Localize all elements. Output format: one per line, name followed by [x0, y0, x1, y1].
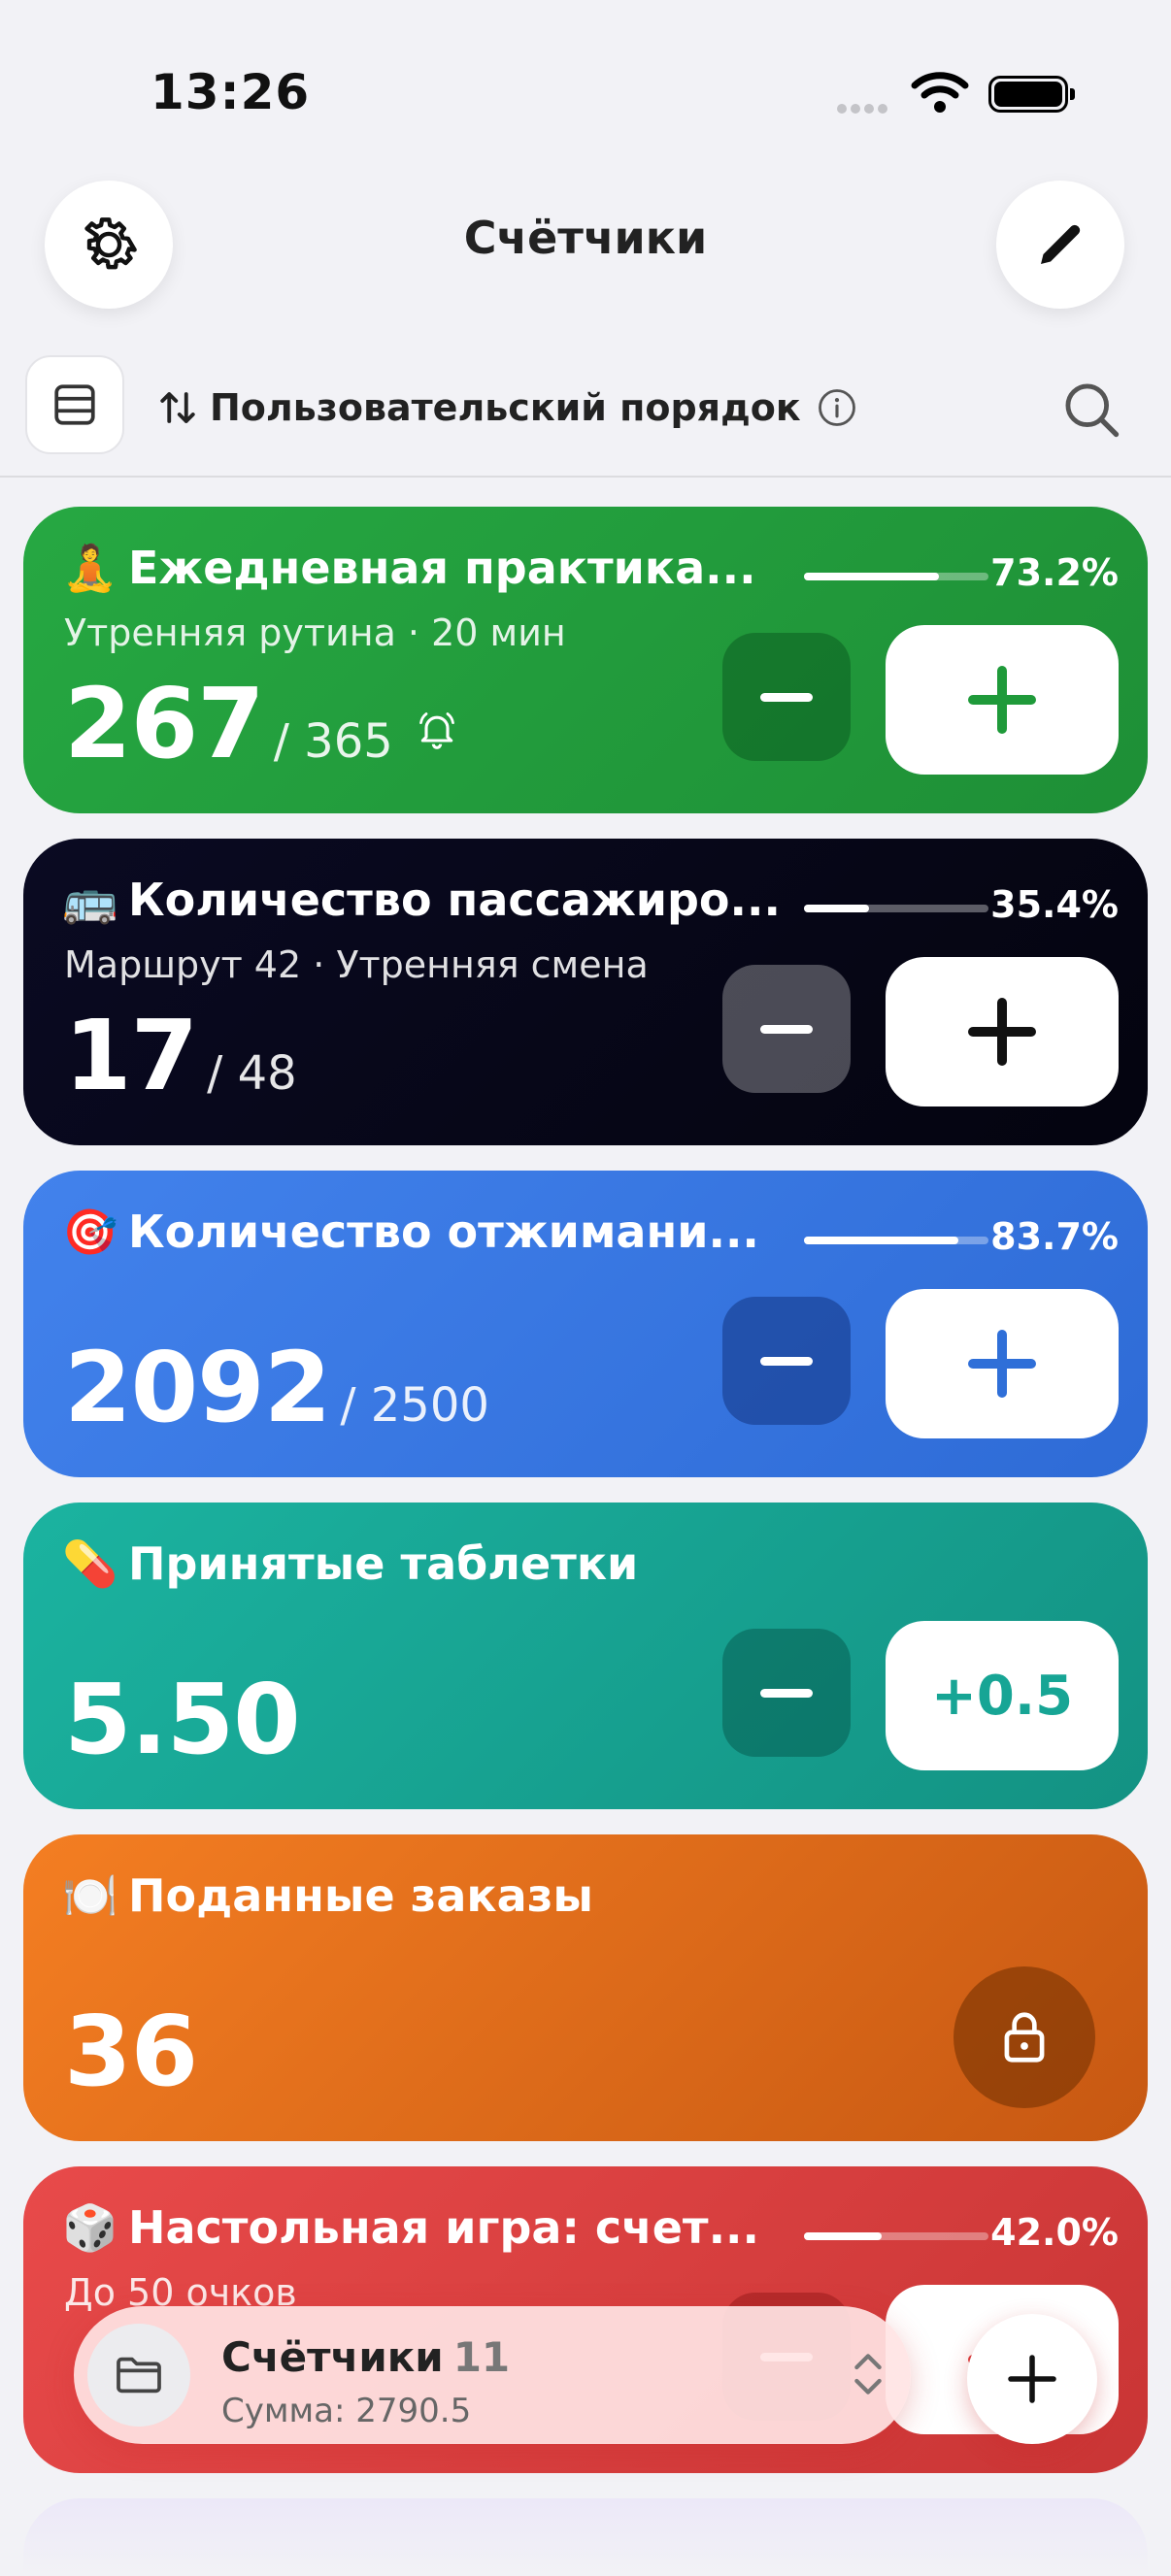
- sort-label: Пользовательский порядок: [210, 386, 801, 429]
- counter-card[interactable]: 🎯 Количество отжимани... 83.7% 2092/ 2500: [23, 1171, 1148, 1477]
- folder-title: Счётчики 11: [221, 2333, 511, 2381]
- sort-order-button[interactable]: Пользовательский порядок: [157, 379, 857, 437]
- chevron-updown-icon: [854, 2354, 882, 2394]
- status-bar: 13:26: [0, 0, 1171, 146]
- plus-icon: [968, 666, 1036, 734]
- search-icon[interactable]: [1058, 377, 1124, 443]
- counter-card[interactable]: 🧘 Ежедневная практика... Утренняя рутина …: [23, 507, 1148, 813]
- decrement-button[interactable]: [722, 633, 851, 761]
- cellular-signal-icon: [837, 99, 891, 117]
- increment-button[interactable]: [886, 625, 1119, 775]
- plus-icon: [1008, 2355, 1056, 2403]
- counter-title: 🎯 Количество отжимани...: [62, 1205, 759, 1258]
- progress-bar: [804, 1237, 988, 1244]
- info-icon[interactable]: [817, 387, 857, 428]
- wifi-icon: [911, 72, 969, 113]
- counter-emoji: 🎯: [62, 1205, 118, 1258]
- counter-emoji: 🚌: [62, 874, 118, 926]
- battery-icon: [988, 76, 1075, 113]
- decrement-button[interactable]: [722, 1297, 851, 1425]
- add-counter-button[interactable]: [967, 2314, 1097, 2444]
- counter-card-peek: [23, 2498, 1148, 2576]
- list-layout-icon: [54, 384, 95, 425]
- counter-value: 5.50: [64, 1663, 301, 1776]
- layout-toggle-button[interactable]: [25, 355, 124, 454]
- increment-button[interactable]: [886, 1289, 1119, 1438]
- counter-value: 17/ 48: [64, 999, 297, 1112]
- counter-subtitle: Утренняя рутина · 20 мин: [64, 611, 566, 654]
- counter-card[interactable]: 💊 Принятые таблетки 5.50 +0.5: [23, 1503, 1148, 1809]
- counter-value: 267/ 365: [64, 667, 458, 780]
- toolbar-divider: [0, 476, 1171, 478]
- progress-bar: [804, 905, 988, 912]
- plus-icon: [968, 1330, 1036, 1398]
- counter-card[interactable]: 🍽️ Поданные заказы 36: [23, 1834, 1148, 2141]
- folder-count: 11: [452, 2333, 511, 2381]
- progress-percent: 73.2%: [990, 551, 1119, 594]
- counter-emoji: 💊: [62, 1537, 118, 1590]
- counter-value: 36: [64, 1995, 198, 2108]
- counter-title: 💊 Принятые таблетки: [62, 1537, 639, 1590]
- progress-percent: 42.0%: [990, 2211, 1119, 2254]
- counter-title: 🎲 Настольная игра: счет...: [62, 2201, 759, 2254]
- counter-emoji: 🍽️: [62, 1869, 118, 1922]
- decrement-button[interactable]: [722, 965, 851, 1093]
- folder-sum: Сумма: 2790.5: [221, 2392, 472, 2430]
- counter-title: 🚌 Количество пассажиро...: [62, 874, 781, 926]
- progress-bar: [804, 2232, 988, 2240]
- bell-icon: [419, 712, 454, 749]
- counter-card[interactable]: 🚌 Количество пассажиро... Маршрут 42 · Ут…: [23, 839, 1148, 1145]
- increment-button[interactable]: [886, 957, 1119, 1106]
- counter-title: 🧘 Ежедневная практика...: [62, 542, 756, 594]
- progress-percent: 83.7%: [990, 1215, 1119, 1258]
- toolbar: Пользовательский порядок: [0, 349, 1171, 476]
- progress-bar: [804, 573, 988, 580]
- pencil-icon: [1041, 224, 1081, 264]
- folder-icon: [117, 2357, 161, 2394]
- folder-switcher[interactable]: Счётчики 11 Сумма: 2790.5: [74, 2306, 911, 2444]
- increment-button[interactable]: +0.5: [886, 1621, 1119, 1770]
- counter-subtitle: Маршрут 42 · Утренняя смена: [64, 943, 649, 986]
- counter-emoji: 🧘: [62, 542, 118, 594]
- edit-button[interactable]: [996, 181, 1124, 309]
- counter-value: 2092/ 2500: [64, 1331, 489, 1444]
- sort-arrows-icon: [160, 392, 195, 423]
- counter-emoji: 🎲: [62, 2201, 118, 2254]
- folder-button[interactable]: [87, 2324, 190, 2427]
- lock-icon: [1004, 2012, 1045, 2063]
- lock-button[interactable]: [954, 1966, 1095, 2108]
- decrement-button[interactable]: [722, 1629, 851, 1757]
- page-title: Счётчики: [463, 212, 708, 264]
- status-time: 13:26: [151, 64, 311, 120]
- progress-percent: 35.4%: [990, 883, 1119, 926]
- plus-icon: [968, 998, 1036, 1066]
- counter-title: 🍽️ Поданные заказы: [62, 1869, 594, 1922]
